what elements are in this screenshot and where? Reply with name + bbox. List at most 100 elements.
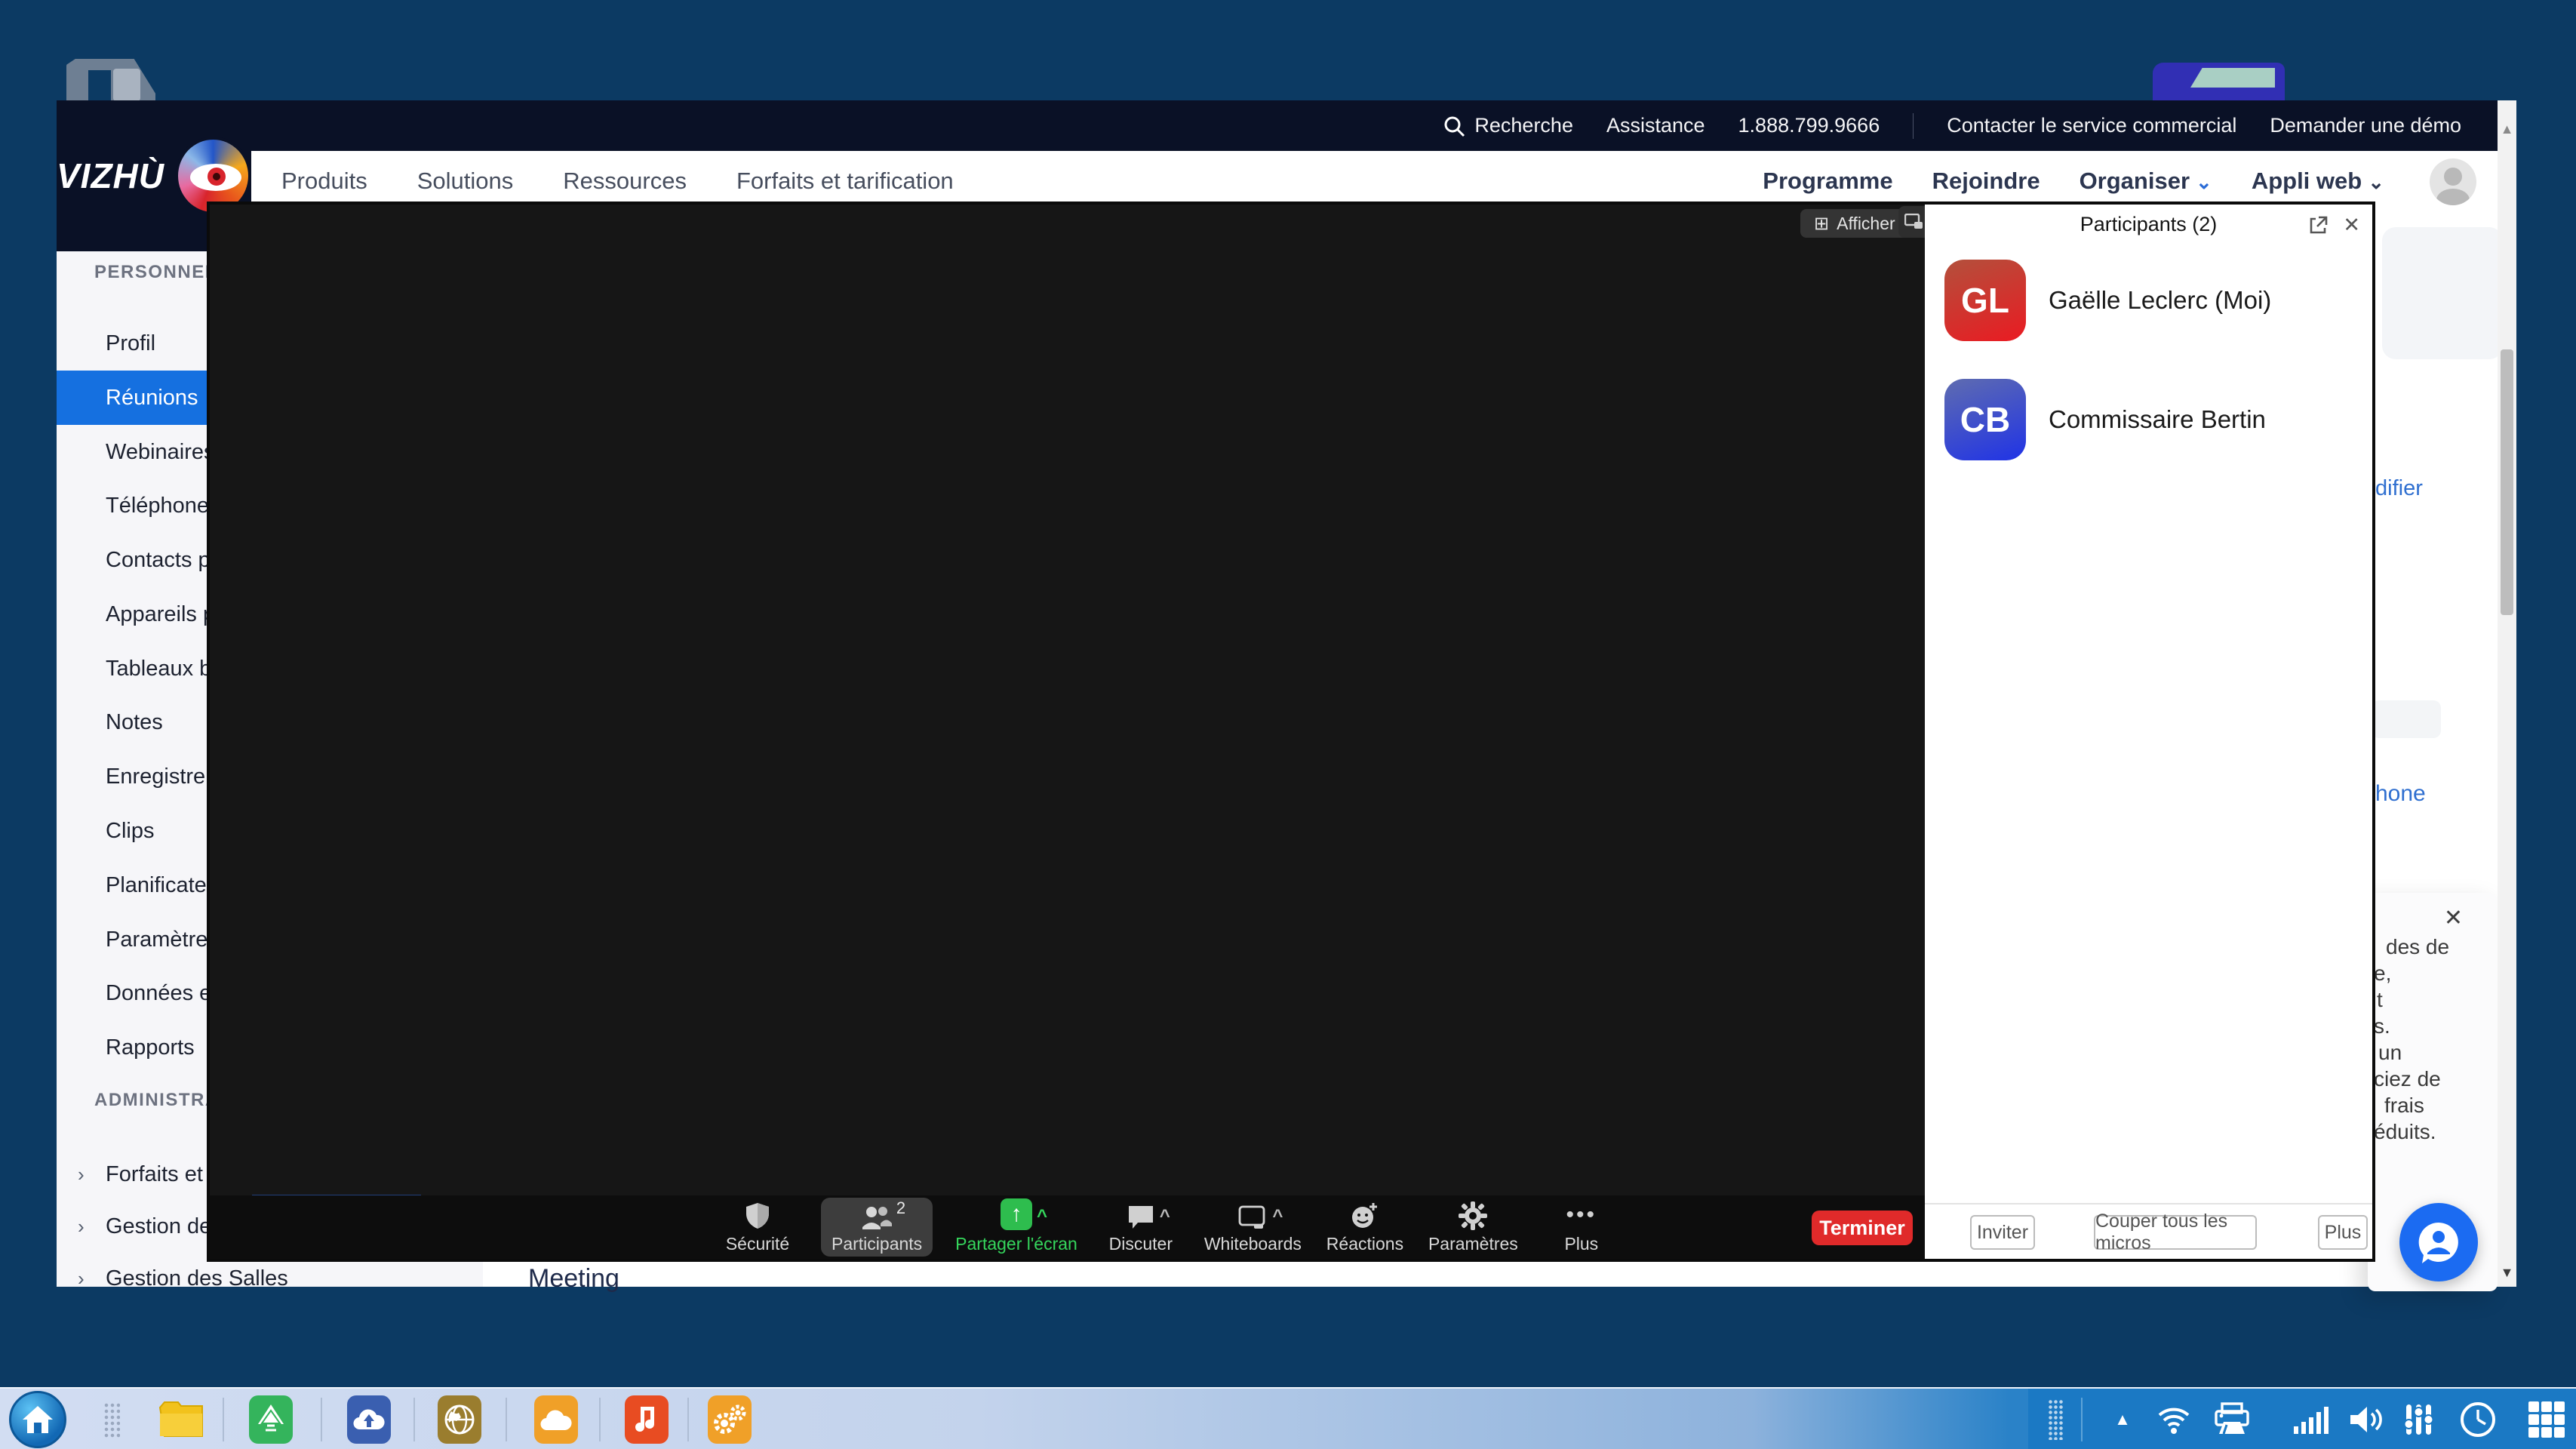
settings-button[interactable]: Paramètres (1428, 1198, 1518, 1257)
show-hidden-icons-button[interactable]: ▲ (2107, 1389, 2138, 1449)
nav-item-appli-web[interactable]: Appli web⌄ (2252, 168, 2384, 195)
background-folder-tab (2190, 68, 2275, 88)
panel-more-button[interactable]: Plus (2318, 1215, 2368, 1250)
chat-caret-icon[interactable]: ^ (1160, 1206, 1170, 1227)
notice-line: un (2378, 1039, 2498, 1066)
sliders-icon (2402, 1403, 2435, 1436)
taskbar-separator (687, 1398, 689, 1441)
page-scrollbar[interactable]: ▲ ▼ (2498, 100, 2516, 1287)
cloud-app-button[interactable] (534, 1395, 578, 1444)
reactions-button[interactable]: Réactions (1324, 1198, 1406, 1257)
avatar-body (2436, 189, 2470, 205)
nav-item-solutions[interactable]: Solutions (417, 168, 514, 195)
printer-icon (2213, 1402, 2251, 1437)
taskbar-separator (599, 1398, 601, 1441)
globe-icon (444, 1404, 475, 1435)
scrollbar-up-icon[interactable]: ▲ (2498, 122, 2516, 137)
wifi-button[interactable] (2153, 1389, 2195, 1449)
account-avatar[interactable] (2430, 158, 2476, 205)
scrollbar-thumb[interactable] (2501, 349, 2513, 615)
participants-icon (860, 1204, 893, 1230)
mute-all-button[interactable]: Couper tous les micros (2094, 1215, 2257, 1250)
nav-item-programme[interactable]: Programme (1763, 168, 1892, 195)
more-button[interactable]: ••• Plus (1541, 1198, 1622, 1257)
participant-avatar: CB (1944, 379, 2026, 460)
notice-line: éduits. (2374, 1118, 2498, 1145)
taskbar: ▲ (0, 1387, 2576, 1449)
volume-button[interactable] (2345, 1389, 2389, 1449)
whiteboards-caret-icon[interactable]: ^ (1272, 1206, 1283, 1227)
cloud-upload-app-button[interactable] (347, 1395, 391, 1444)
chat-button[interactable]: ^ Discuter (1100, 1198, 1182, 1257)
notice-line: s. (2374, 1013, 2498, 1039)
nav-item-produits[interactable]: Produits (281, 168, 367, 195)
more-dots-icon: ••• (1566, 1202, 1597, 1228)
close-panel-icon[interactable]: ✕ (2343, 214, 2360, 237)
participants-button[interactable]: 2 Participants (821, 1198, 933, 1257)
page-button-fragment[interactable] (2372, 700, 2441, 738)
nav-item-ressources[interactable]: Ressources (563, 168, 687, 195)
settings-app-button[interactable] (708, 1395, 752, 1444)
app-grid-button[interactable] (2522, 1389, 2571, 1449)
scrollbar-down-icon[interactable]: ▼ (2498, 1265, 2516, 1281)
participants-panel-title: Participants (2) (2080, 213, 2218, 236)
page-meeting-heading: Meeting (528, 1264, 619, 1294)
home-icon (21, 1404, 54, 1435)
participant-row[interactable]: GL Gaëlle Leclerc (Moi) (1925, 244, 2372, 357)
background-window-tab[interactable] (66, 59, 155, 101)
cloud-icon (539, 1407, 573, 1432)
taskbar-grip[interactable] (103, 1402, 120, 1438)
participants-count-badge: 2 (896, 1198, 905, 1218)
view-button[interactable]: ⊞ Afficher (1800, 209, 1909, 238)
support-chat-button[interactable] (2399, 1203, 2478, 1281)
shield-icon (745, 1201, 770, 1230)
nav-item-organiser[interactable]: Organiser⌄ (2080, 168, 2212, 195)
tray-separator (2081, 1398, 2083, 1441)
folder-icon (157, 1400, 205, 1439)
invite-button[interactable]: Inviter (1970, 1215, 2035, 1250)
search-icon (1443, 115, 1465, 137)
browser-app-button[interactable] (438, 1395, 481, 1444)
meeting-video-area: ⊞ Afficher (210, 205, 1925, 1259)
assistance-link[interactable]: Assistance (1606, 114, 1705, 137)
nav-item-rejoindre[interactable]: Rejoindre (1932, 168, 2040, 195)
app-grid-icon (2527, 1400, 2566, 1439)
popout-icon[interactable] (2308, 216, 2328, 235)
phone-link-fragment[interactable]: hone (2375, 781, 2426, 807)
notice-line: e, (2374, 960, 2498, 986)
browser-window: Recherche Assistance 1.888.799.9666 Cont… (57, 100, 2516, 1287)
clock-button[interactable] (2455, 1389, 2501, 1449)
chevron-down-icon: ⌄ (2196, 171, 2212, 193)
security-button[interactable]: Sécurité (717, 1198, 798, 1257)
participant-avatar: GL (1944, 260, 2026, 341)
whiteboards-button[interactable]: ^ Whiteboards (1204, 1198, 1302, 1257)
contact-sales-link[interactable]: Contacter le service commercial (1947, 114, 2236, 137)
notice-close-icon[interactable]: ✕ (2444, 905, 2463, 931)
mixer-button[interactable] (2396, 1389, 2440, 1449)
background-window-tab-pane (113, 69, 140, 101)
mail-app-button[interactable] (249, 1395, 293, 1444)
share-screen-icon: ↑ (1001, 1198, 1032, 1230)
tray-grip[interactable] (2048, 1399, 2064, 1440)
home-button[interactable] (9, 1391, 66, 1448)
brand-name: VIZHÙ (57, 155, 164, 196)
modifier-link-fragment[interactable]: difier (2375, 476, 2423, 501)
participant-row[interactable]: CB Commissaire Bertin (1925, 363, 2372, 476)
signal-strength-indicator[interactable] (2291, 1389, 2338, 1449)
search-link[interactable]: Recherche (1443, 114, 1573, 137)
share-caret-icon[interactable]: ^ (1037, 1206, 1047, 1227)
system-tray: ▲ (2028, 1389, 2576, 1449)
page-card-fragment (2382, 227, 2503, 359)
printer-button[interactable] (2209, 1389, 2255, 1449)
cloud-upload-icon (352, 1407, 386, 1432)
files-button[interactable] (155, 1395, 207, 1444)
phone-number[interactable]: 1.888.799.9666 (1738, 114, 1880, 137)
taskbar-separator (506, 1398, 507, 1441)
share-screen-button[interactable]: ↑ ^ Partager l'écran (955, 1198, 1077, 1257)
grid-view-icon: ⊞ (1814, 213, 1829, 235)
media-app-button[interactable] (625, 1395, 669, 1444)
chevron-right-icon: › (78, 1267, 85, 1291)
end-meeting-button[interactable]: Terminer (1812, 1211, 1913, 1245)
nav-item-forfaits[interactable]: Forfaits et tarification (736, 168, 954, 195)
request-demo-link[interactable]: Demander une démo (2270, 114, 2461, 137)
